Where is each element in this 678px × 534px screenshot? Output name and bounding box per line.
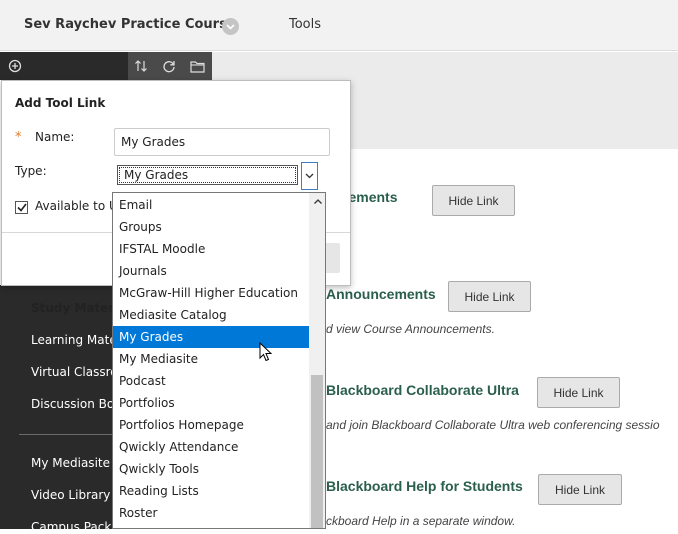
panel-title: Add Tool Link	[15, 96, 106, 110]
type-option[interactable]: Mediasite Catalog	[113, 304, 309, 326]
add-circle-icon[interactable]	[6, 57, 24, 75]
name-input[interactable]	[114, 128, 330, 156]
type-option[interactable]: Qwickly Tools	[113, 458, 309, 480]
scroll-up-button[interactable]	[309, 193, 325, 210]
type-option-highlighted[interactable]: My Grades	[113, 326, 309, 348]
type-option[interactable]: Groups	[113, 216, 309, 238]
type-option[interactable]: Portfolios	[113, 392, 309, 414]
type-option[interactable]: Reading Lists	[113, 480, 309, 502]
nav-item[interactable]: Learning Mate	[31, 333, 117, 347]
nav-toolbar-actions	[128, 52, 212, 80]
nav-item[interactable]: Discussion Bo	[31, 397, 114, 411]
chevron-down-icon	[305, 173, 314, 179]
sort-icon[interactable]	[132, 57, 150, 75]
nav-item[interactable]: My Mediasite	[31, 456, 110, 470]
chevron-down-icon	[226, 23, 235, 30]
type-option[interactable]: Podcast	[113, 370, 309, 392]
type-option[interactable]: My Mediasite	[113, 348, 309, 370]
type-option[interactable]: IFSTAL Moodle	[113, 238, 309, 260]
hide-link-button[interactable]: Hide Link	[448, 281, 531, 312]
type-option[interactable]: Portfolios Homepage	[113, 414, 309, 436]
type-select-arrow[interactable]	[301, 162, 318, 190]
tool-link-description: d view Course Announcements.	[326, 322, 495, 336]
checkmark-icon	[16, 203, 27, 212]
hide-link-button[interactable]: Hide Link	[432, 185, 515, 216]
mouse-pointer-icon	[259, 342, 273, 362]
type-option[interactable]: Journals	[113, 260, 309, 282]
available-label: Available to U	[35, 199, 118, 213]
required-indicator: *	[15, 130, 22, 145]
tool-link-description: ckboard Help in a separate window.	[326, 514, 516, 528]
type-option[interactable]: Email	[113, 194, 309, 216]
tool-link-description: and join Blackboard Collaborate Ultra we…	[326, 418, 660, 432]
type-option[interactable]: Qwickly Attendance	[113, 436, 309, 458]
type-option[interactable]: McGraw-Hill Higher Education	[113, 282, 309, 304]
hide-link-button[interactable]: Hide Link	[537, 377, 620, 408]
type-select-value[interactable]: My Grades	[117, 165, 298, 185]
refresh-icon[interactable]	[160, 57, 178, 75]
tools-link[interactable]: Tools	[289, 17, 321, 32]
nav-section-heading: Study Materi	[31, 301, 119, 315]
available-checkbox[interactable]	[15, 201, 28, 214]
nav-item[interactable]: Virtual Classro	[31, 365, 118, 379]
tool-link-title[interactable]: Blackboard Help for Students	[326, 478, 523, 494]
type-option[interactable]: Roster	[113, 502, 309, 524]
nav-item[interactable]: Video Library	[31, 488, 110, 502]
course-menu-button[interactable]	[222, 18, 239, 35]
tool-link-title[interactable]: Blackboard Collaborate Ultra	[326, 382, 519, 398]
tool-link-title[interactable]: Announcements	[326, 286, 436, 302]
hide-link-button[interactable]: Hide Link	[538, 474, 622, 505]
scrollbar-thumb[interactable]	[311, 375, 323, 528]
type-options-list: Email Groups IFSTAL Moodle Journals McGr…	[112, 192, 326, 529]
type-label: Type:	[15, 164, 47, 178]
nav-item[interactable]: Campus Pack	[31, 520, 111, 534]
chevron-up-icon	[313, 199, 322, 204]
folder-icon[interactable]	[188, 57, 206, 75]
course-title[interactable]: Sev Raychev Practice Course	[24, 17, 236, 32]
type-select[interactable]: My Grades	[114, 161, 320, 191]
name-label: Name:	[35, 130, 75, 144]
